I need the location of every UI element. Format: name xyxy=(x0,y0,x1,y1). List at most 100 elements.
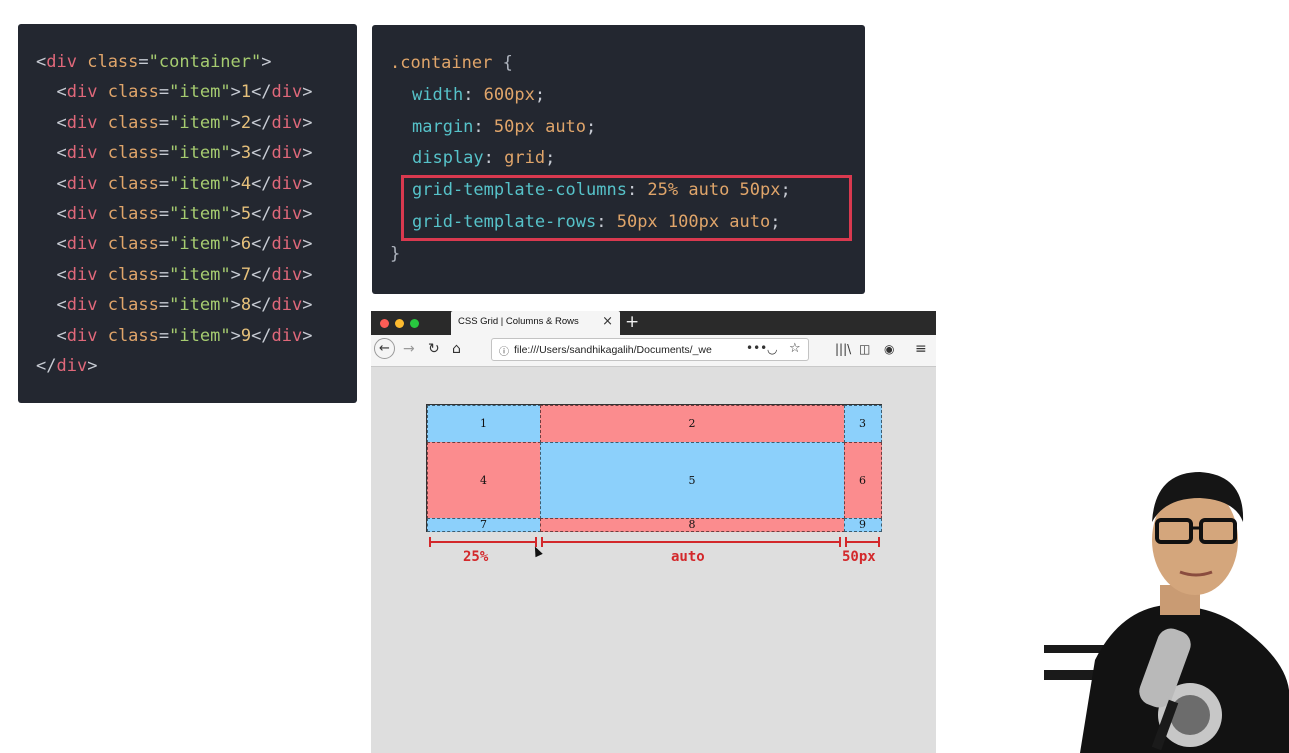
code-token-eq: = xyxy=(138,52,149,72)
code-token-text: 5 xyxy=(240,204,252,224)
measure-line-columns-1 xyxy=(429,541,535,543)
code-token-eq: = xyxy=(158,325,170,346)
code-token-attr: class xyxy=(107,143,159,164)
code-token-open: < xyxy=(56,112,67,133)
code-token-value: "item" xyxy=(169,325,231,346)
code-token-end-tag: div xyxy=(271,325,303,346)
code-token-attr: class xyxy=(107,264,159,285)
code-token-open: < xyxy=(56,264,67,285)
css-colon: : xyxy=(473,116,494,137)
minimize-window-icon[interactable] xyxy=(395,319,404,328)
measure-label-col2: auto xyxy=(671,549,705,565)
info-icon[interactable]: ⓘ xyxy=(499,343,509,358)
code-token-end-open: </ xyxy=(251,173,272,194)
code-token-value: "item" xyxy=(169,234,231,255)
tab-close-icon[interactable]: × xyxy=(602,314,613,329)
html-code-line: <div class="item">8</div> xyxy=(36,294,312,316)
code-token-end-open: </ xyxy=(251,295,272,316)
browser-window: CSS Grid | Columns & Rows × + ← → ↻ ⌂ ⓘ … xyxy=(371,311,936,753)
url-bar[interactable]: ⓘ file:///Users/sandhikagalih/Documents/… xyxy=(491,338,809,361)
new-tab-button[interactable]: + xyxy=(625,312,639,332)
maximize-window-icon[interactable] xyxy=(410,319,419,328)
code-token-tag: div xyxy=(66,264,98,285)
code-token-close: > xyxy=(230,264,241,285)
html-code-line: <div class="item">4</div> xyxy=(36,173,313,195)
code-token-open: </ xyxy=(36,356,57,376)
browser-tab[interactable]: CSS Grid | Columns & Rows × xyxy=(451,311,620,335)
code-token-end-tag: div xyxy=(271,173,303,194)
grid-item-6: 6 xyxy=(843,441,882,519)
code-token-end-tag: div xyxy=(271,82,303,103)
css-colon: : xyxy=(463,85,484,105)
code-token-end-tag: div xyxy=(271,112,303,133)
css-value: grid xyxy=(504,148,546,169)
html-code-line: <div class="item">3</div> xyxy=(36,142,312,164)
code-token-attr: class xyxy=(107,234,159,255)
code-token-open: < xyxy=(56,204,67,224)
code-token-text: 3 xyxy=(240,143,252,164)
presenter-video xyxy=(1044,472,1289,753)
code-token-close: > xyxy=(87,356,98,376)
css-value: 50px auto xyxy=(493,116,587,137)
url-text[interactable]: file:///Users/sandhikagalih/Documents/_w… xyxy=(514,344,724,356)
code-token-indent xyxy=(36,174,56,194)
code-token-indent xyxy=(36,326,56,346)
reload-icon[interactable]: ↻ xyxy=(428,341,440,357)
code-token-end-tag: div xyxy=(271,204,303,224)
code-token-text: 9 xyxy=(240,325,252,346)
more-actions-icon[interactable]: ••• xyxy=(746,341,767,355)
sidebar-icon[interactable]: ◫ xyxy=(859,341,870,357)
html-code-line: </div> xyxy=(36,355,97,377)
code-token-value: "item" xyxy=(169,112,231,133)
code-token-open: < xyxy=(56,295,67,316)
code-token-text: 6 xyxy=(240,234,252,255)
code-token-attr: class xyxy=(107,325,159,346)
forward-icon[interactable]: → xyxy=(403,341,415,357)
mic-arm-lower xyxy=(1044,670,1099,680)
pocket-icon[interactable]: ◡ xyxy=(767,342,777,356)
star-icon[interactable]: ☆ xyxy=(789,341,801,356)
code-token-indent xyxy=(36,82,56,102)
css-colon: : xyxy=(483,148,505,169)
code-token-eq: = xyxy=(158,204,170,224)
code-token-end-open: </ xyxy=(251,325,272,346)
code-token-tag: div xyxy=(46,52,77,72)
close-window-icon[interactable] xyxy=(380,319,389,328)
code-token-text: 2 xyxy=(240,112,252,133)
browser-titlebar: CSS Grid | Columns & Rows × + xyxy=(371,311,936,335)
code-token-text: 4 xyxy=(240,173,252,194)
code-token-eq: = xyxy=(158,112,170,133)
code-token-end-tag: div xyxy=(271,234,303,255)
code-token-eq: = xyxy=(158,82,170,103)
grid-item-1: 1 xyxy=(426,404,541,443)
code-token-open: < xyxy=(36,52,47,72)
grid-item-5: 5 xyxy=(539,441,845,519)
back-icon[interactable]: ← xyxy=(374,338,395,359)
css-property: margin xyxy=(412,116,474,137)
html-code-line: <div class="item">6</div> xyxy=(36,233,312,255)
code-token-end-close: > xyxy=(302,112,313,133)
code-token-tag: div xyxy=(66,143,98,164)
code-token-end-close: > xyxy=(302,173,313,194)
code-token-close: > xyxy=(230,143,241,164)
code-token-tag: div xyxy=(56,356,88,376)
grid-item-7: 7 xyxy=(426,517,541,532)
css-selector-line: .container { xyxy=(390,52,513,74)
code-token-tag: div xyxy=(66,204,98,224)
home-icon[interactable]: ⌂ xyxy=(452,341,461,357)
css-open-brace: { xyxy=(492,53,513,73)
html-code-line: <div class="container"> xyxy=(36,51,272,73)
library-icon[interactable]: |||\ xyxy=(835,341,851,357)
code-token-open: < xyxy=(56,325,67,346)
account-icon[interactable]: ◉ xyxy=(884,341,894,357)
code-token-end-close: > xyxy=(302,204,313,224)
code-token-tag: div xyxy=(66,295,98,316)
code-token-end-tag: div xyxy=(271,295,303,316)
grid-item-9: 9 xyxy=(843,517,882,532)
menu-icon[interactable]: ≡ xyxy=(915,341,927,357)
code-token-tag: div xyxy=(66,234,98,255)
css-property: width xyxy=(412,85,464,105)
code-token-indent xyxy=(36,204,56,224)
code-token-indent xyxy=(36,113,56,133)
measure-line-columns-2 xyxy=(541,541,839,543)
